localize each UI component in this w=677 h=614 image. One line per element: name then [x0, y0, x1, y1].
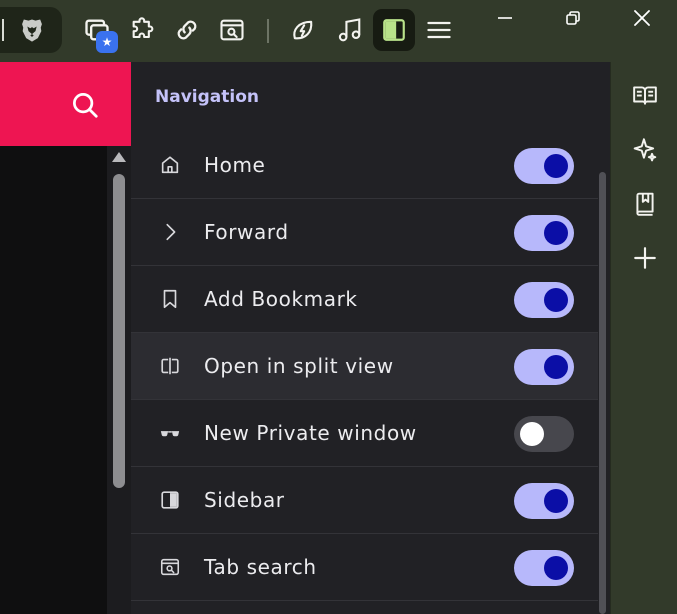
sidebar-toggle-button[interactable] [373, 9, 415, 51]
search-icon [73, 93, 98, 118]
scroll-up-arrow-icon[interactable] [112, 152, 126, 162]
brave-shields-pill[interactable] [0, 7, 62, 53]
row-sidebar[interactable]: Sidebar [131, 467, 598, 534]
row-new-private-window[interactable]: New Private window [131, 400, 598, 467]
toggle-open-in-split-view[interactable] [514, 349, 574, 385]
minimize-button[interactable] [488, 4, 522, 32]
extensions-icon[interactable] [126, 13, 160, 47]
page-header-bar [0, 62, 131, 146]
toggle-knob [544, 489, 568, 513]
restore-button[interactable] [556, 4, 590, 32]
link-icon[interactable] [170, 13, 204, 47]
browser-toolbar: ★ [0, 0, 677, 62]
row-forward[interactable]: Forward [131, 199, 598, 266]
menu-icon[interactable] [422, 13, 456, 47]
page-scrollbar-thumb[interactable] [113, 174, 125, 488]
row-label: Sidebar [204, 488, 285, 512]
toggle-forward[interactable] [514, 215, 574, 251]
right-sidebar [610, 62, 677, 614]
bookmarks-icon[interactable] [631, 190, 659, 218]
toggle-sidebar[interactable] [514, 483, 574, 519]
section-title: Navigation [155, 87, 259, 107]
row-label: Tab search [204, 555, 317, 579]
toggle-knob [544, 154, 568, 178]
brave-lion-icon[interactable] [18, 16, 46, 44]
row-label: New Private window [204, 421, 417, 445]
bookmark-icon [157, 286, 183, 312]
split-view-icon [157, 353, 183, 379]
close-icon [634, 10, 650, 26]
navigation-options-list: Home Forward Add Bookmark Open in split … [131, 132, 598, 601]
address-bar-edge [2, 19, 4, 41]
minimize-icon [498, 17, 512, 19]
leo-ai-icon[interactable] [286, 13, 320, 47]
add-icon[interactable] [631, 244, 659, 272]
page-search-button[interactable] [68, 88, 102, 122]
tab-search-icon [157, 554, 183, 580]
web-page-content [0, 62, 131, 614]
row-label: Forward [204, 220, 289, 244]
chevron-right-icon [157, 219, 183, 245]
toggle-tab-search[interactable] [514, 550, 574, 586]
sidebar-icon [157, 487, 183, 513]
ai-sparkle-icon[interactable] [631, 135, 659, 163]
tab-search-icon[interactable] [215, 13, 249, 47]
row-tab-search[interactable]: Tab search [131, 534, 598, 601]
toggle-home[interactable] [514, 148, 574, 184]
toggle-knob [544, 556, 568, 580]
window-manager-badge: ★ [96, 31, 118, 53]
toggle-knob [544, 288, 568, 312]
navigation-settings-panel: Navigation Home Forward Add Bookmark Ope… [131, 62, 610, 614]
home-icon [157, 152, 183, 178]
private-glasses-icon [157, 420, 183, 446]
music-icon[interactable] [332, 13, 366, 47]
toggle-new-private-window[interactable] [514, 416, 574, 452]
panel-scrollbar[interactable] [599, 172, 606, 614]
close-button[interactable] [625, 4, 659, 32]
toggle-knob [544, 221, 568, 245]
row-label: Add Bookmark [204, 287, 358, 311]
row-home[interactable]: Home [131, 132, 598, 199]
toolbar-divider [267, 19, 269, 43]
row-add-bookmark[interactable]: Add Bookmark [131, 266, 598, 333]
reading-list-icon[interactable] [631, 81, 659, 109]
row-label: Home [204, 153, 266, 177]
row-label: Open in split view [204, 354, 394, 378]
toggle-knob [520, 422, 544, 446]
toggle-add-bookmark[interactable] [514, 282, 574, 318]
toggle-knob [544, 355, 568, 379]
sidebar-toggle-icon [383, 19, 405, 41]
row-open-in-split-view[interactable]: Open in split view [131, 333, 598, 400]
page-scrollbar[interactable] [107, 146, 131, 614]
restore-icon [566, 11, 580, 25]
